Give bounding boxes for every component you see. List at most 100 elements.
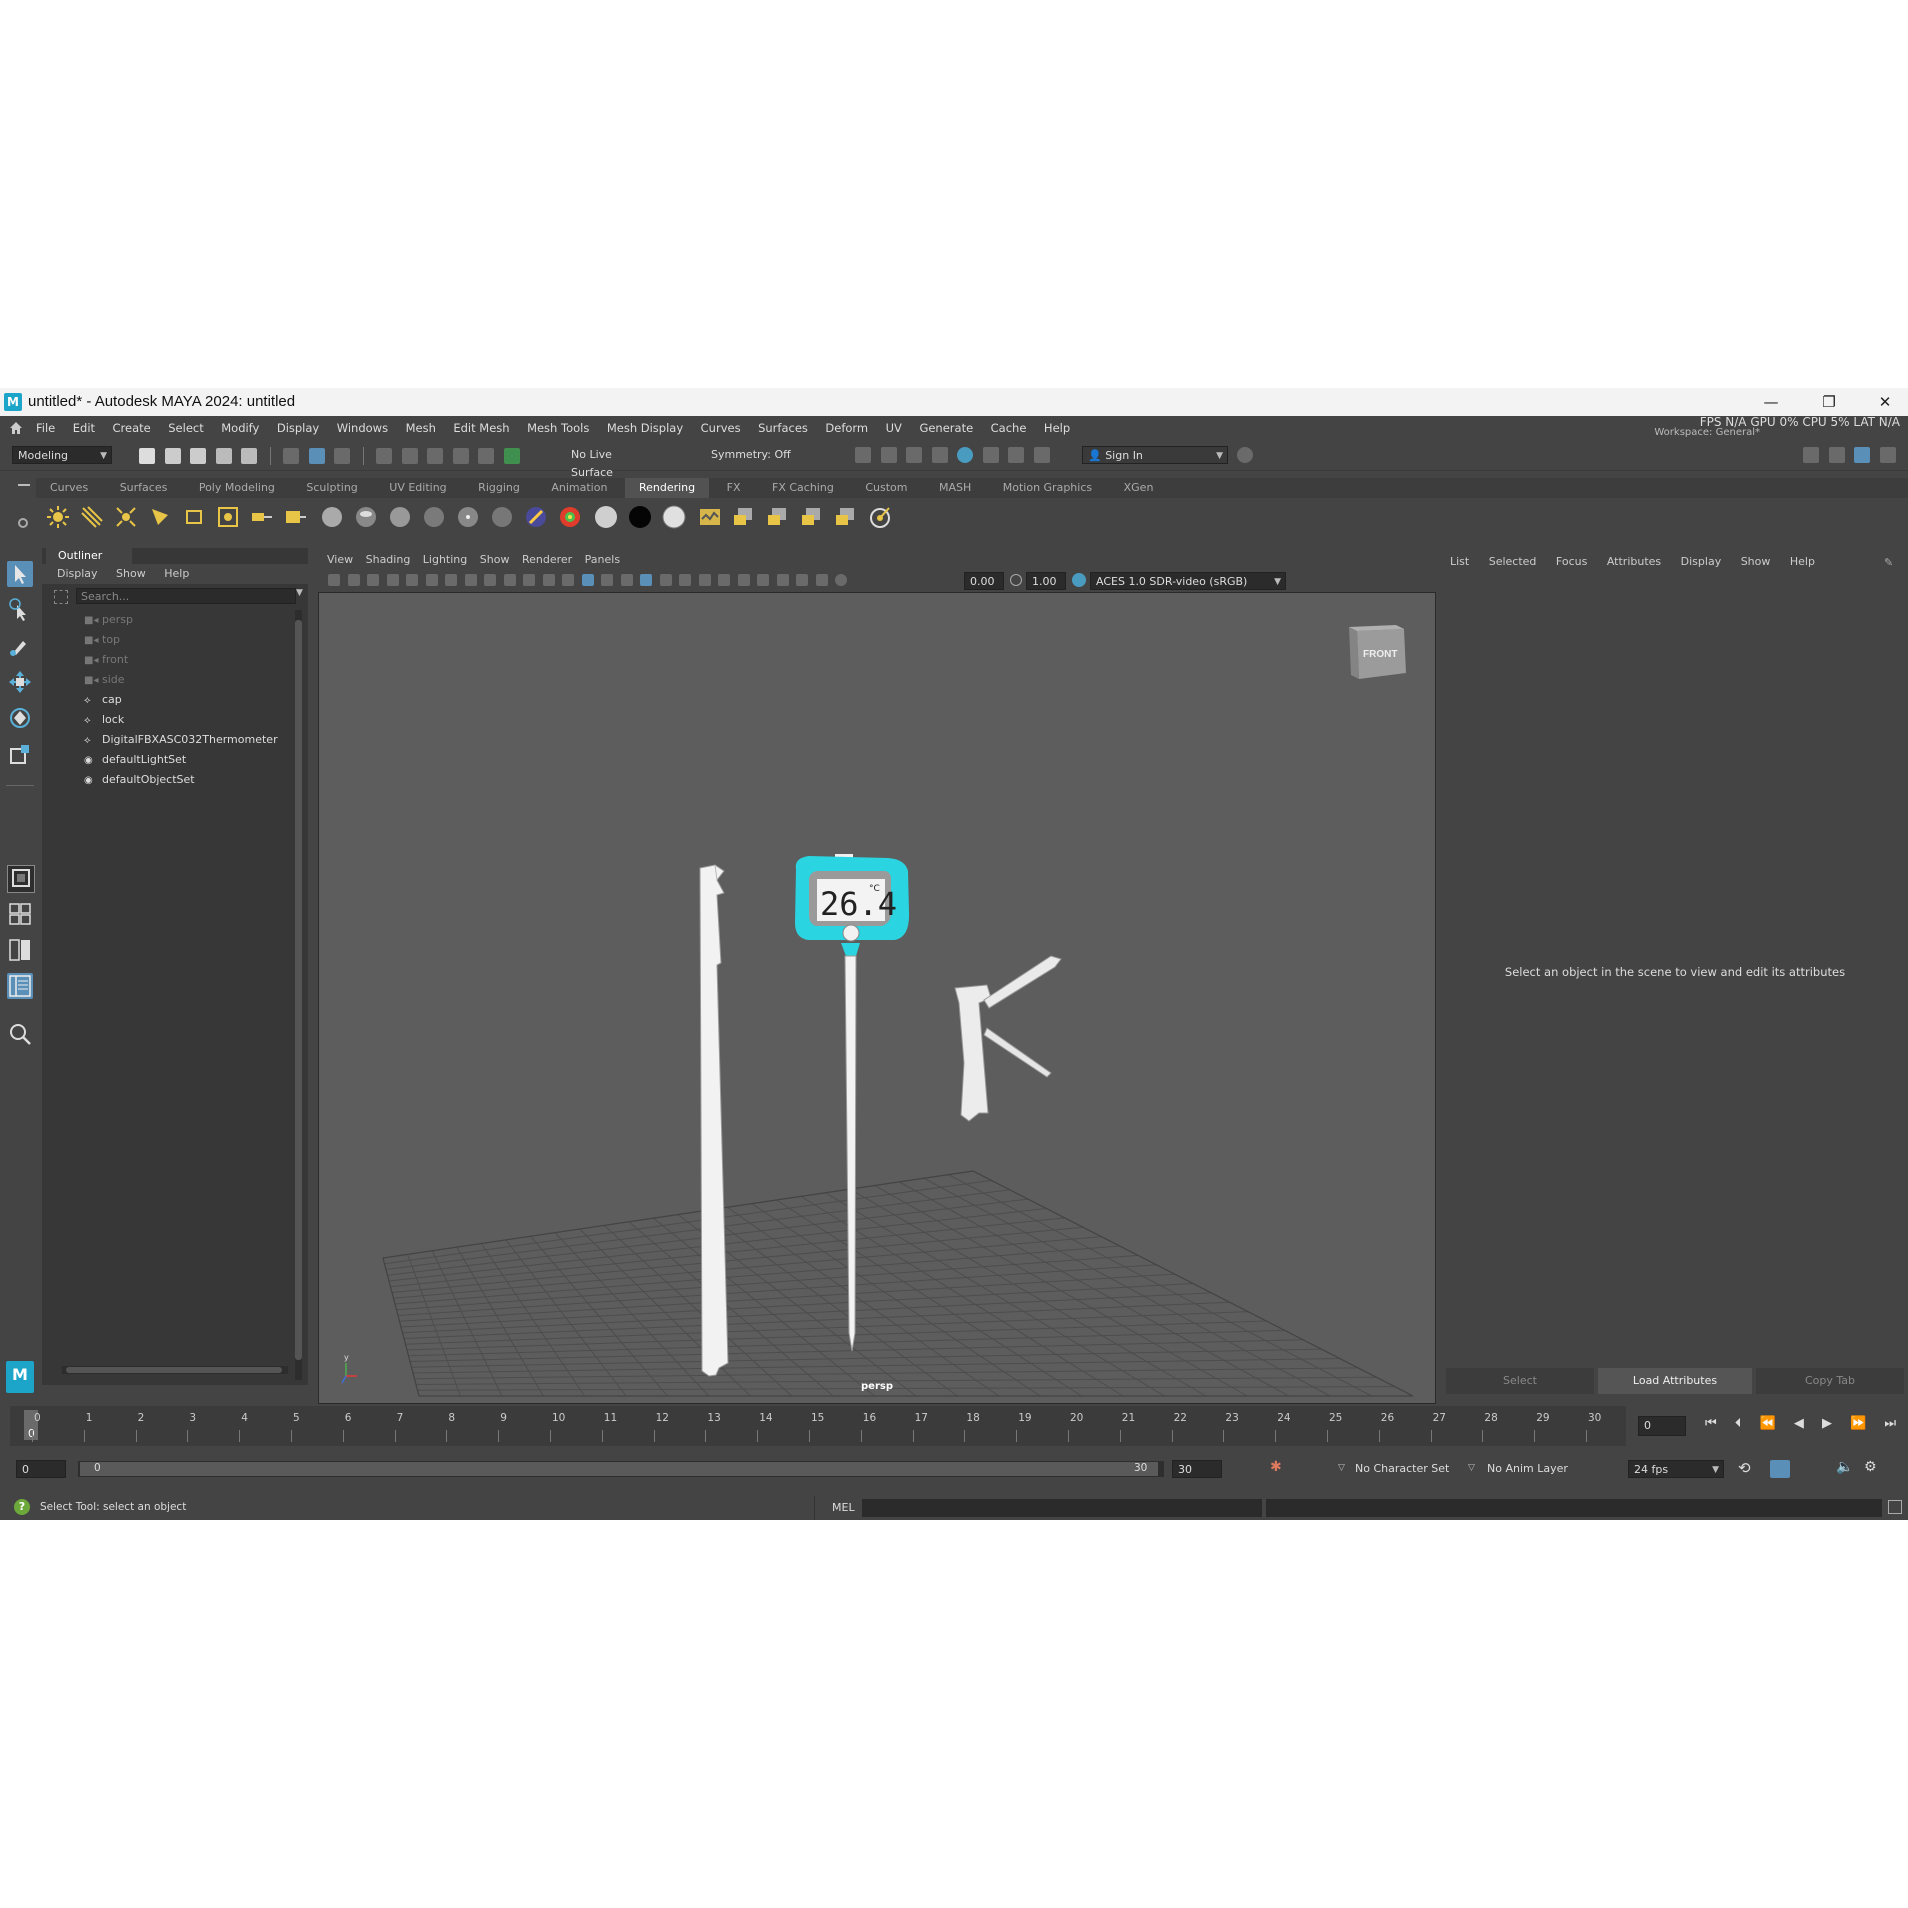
surface-shader-icon[interactable] — [558, 505, 582, 529]
close-button[interactable]: ✕ — [1862, 388, 1908, 416]
sign-in-dropdown[interactable]: 👤 Sign In ▼ — [1082, 446, 1228, 464]
viewport-menu-shading[interactable]: Shading — [366, 553, 411, 566]
tab-surfaces[interactable]: Surfaces — [106, 478, 182, 498]
viewport-menu-lighting[interactable]: Lighting — [423, 553, 467, 566]
rotate-tool-icon[interactable] — [7, 705, 33, 731]
shadows-icon[interactable] — [659, 574, 672, 586]
chevron-down-icon[interactable]: ▼ — [296, 588, 303, 598]
render-setup-icon[interactable] — [982, 447, 999, 463]
home-icon[interactable] — [8, 420, 24, 436]
blinn-material-icon[interactable] — [354, 505, 378, 529]
select-button[interactable]: Select — [1446, 1368, 1594, 1394]
point-light-icon[interactable] — [114, 505, 138, 529]
step-forward-key-icon[interactable]: ⏩ — [1850, 1416, 1866, 1431]
new-scene-icon[interactable] — [139, 448, 155, 464]
anim-layer-dropdown[interactable]: No Anim Layer — [1482, 1460, 1582, 1478]
outliner-vertical-scrollbar[interactable] — [295, 610, 302, 1380]
film-gate-icon[interactable] — [445, 574, 457, 586]
chevron-down-icon[interactable]: ▽ — [1468, 1463, 1475, 1473]
loop-icon[interactable]: ⟲ — [1738, 1459, 1751, 1477]
move-tool-icon[interactable] — [7, 669, 33, 695]
tab-custom[interactable]: Custom — [851, 478, 921, 498]
hypershade-icon[interactable] — [957, 447, 973, 463]
ipr-render-icon[interactable] — [906, 447, 922, 463]
menu-surfaces[interactable]: Surfaces — [758, 416, 808, 440]
directional-light-icon[interactable] — [80, 505, 104, 529]
outliner-filter-icon[interactable] — [54, 590, 68, 604]
maya-home-logo-icon[interactable]: M — [6, 1361, 34, 1393]
menu-edit[interactable]: Edit — [73, 416, 95, 440]
select-tool-icon[interactable] — [7, 561, 33, 587]
ipr-render-shelf-icon[interactable] — [800, 505, 824, 529]
ramp-shader-icon[interactable] — [524, 505, 548, 529]
outliner-menu-display[interactable]: Display — [57, 567, 98, 580]
chevron-down-icon[interactable]: ▽ — [1338, 1463, 1345, 1473]
gamma-field[interactable]: 1.00 — [1026, 572, 1066, 590]
outliner-item-front[interactable]: ■◂ front — [84, 650, 128, 670]
outliner-item-top[interactable]: ■◂ top — [84, 630, 120, 650]
tab-rigging[interactable]: Rigging — [464, 478, 534, 498]
tab-sculpting[interactable]: Sculpting — [292, 478, 371, 498]
undo-icon[interactable] — [215, 448, 232, 464]
end-frame-field[interactable]: 30 — [1172, 1460, 1222, 1478]
menu-help[interactable]: Help — [1044, 416, 1070, 440]
maximize-button[interactable]: ❐ — [1806, 388, 1852, 416]
four-pane-layout-icon[interactable] — [7, 901, 33, 927]
tool-settings-toggle-icon[interactable] — [1879, 447, 1896, 463]
color-space-dropdown[interactable]: ACES 1.0 SDR-video (sRGB) ▼ — [1090, 572, 1286, 590]
xray-icon[interactable] — [776, 574, 789, 586]
render-sequence-icon[interactable] — [698, 505, 722, 529]
start-frame-field[interactable]: 0 — [16, 1460, 66, 1478]
outliner-item-cap[interactable]: ⟡ cap — [84, 690, 122, 710]
color-management-icon[interactable] — [1072, 573, 1086, 587]
script-language-toggle[interactable]: MEL — [832, 1501, 855, 1514]
menu-edit-mesh[interactable]: Edit Mesh — [453, 416, 509, 440]
step-back-key-icon[interactable]: ⏪ — [1759, 1416, 1775, 1431]
current-frame-field[interactable]: 0 — [1638, 1416, 1686, 1436]
snap-live-icon[interactable] — [503, 448, 520, 464]
attr-menu-help[interactable]: Help — [1790, 555, 1815, 568]
snap-view-icon[interactable] — [452, 448, 469, 464]
fps-dropdown[interactable]: 24 fps ▼ — [1628, 1460, 1724, 1478]
attribute-editor-toggle-icon[interactable] — [1828, 447, 1845, 463]
light-link-icon[interactable] — [284, 505, 308, 529]
tab-animation[interactable]: Animation — [537, 478, 621, 498]
render-view-icon[interactable] — [855, 447, 871, 463]
cache-playback-icon[interactable] — [1770, 1460, 1790, 1478]
snap-surface-icon[interactable] — [478, 448, 494, 464]
use-all-lights-icon[interactable] — [640, 574, 652, 586]
go-to-start-icon[interactable]: ⏮ — [1705, 1416, 1717, 1431]
pin-icon[interactable]: ✎ — [1884, 556, 1893, 569]
exposure-field[interactable]: 0.00 — [964, 572, 1004, 590]
bookmarks-icon[interactable] — [367, 574, 379, 586]
select-component-icon[interactable] — [334, 448, 350, 464]
anti-aliasing-icon[interactable] — [718, 574, 730, 586]
attr-menu-focus[interactable]: Focus — [1556, 555, 1587, 568]
workspace-label[interactable]: Workspace: General* — [1654, 427, 1760, 438]
spot-light-icon[interactable] — [148, 505, 172, 529]
menu-display[interactable]: Display — [277, 416, 319, 440]
anisotropic-material-icon[interactable] — [456, 505, 480, 529]
hypershade-shelf-icon[interactable] — [868, 505, 892, 529]
select-object-icon[interactable] — [308, 448, 325, 464]
viewport-menu-show[interactable]: Show — [480, 553, 510, 566]
menu-create[interactable]: Create — [113, 416, 151, 440]
search-icon[interactable] — [7, 1021, 33, 1047]
safe-title-icon[interactable] — [542, 574, 555, 586]
help-line-icon[interactable] — [1234, 447, 1256, 463]
channel-box-toggle-icon[interactable] — [1854, 447, 1870, 463]
snap-point-icon[interactable] — [427, 448, 443, 464]
outliner-menu-help[interactable]: Help — [164, 567, 189, 580]
wireframe-icon[interactable] — [562, 574, 574, 586]
open-scene-icon[interactable] — [164, 448, 181, 464]
pause-viewport-icon[interactable] — [1033, 447, 1050, 463]
camera-aim-icon[interactable] — [250, 505, 274, 529]
menu-deform[interactable]: Deform — [825, 416, 868, 440]
phong-e-material-icon[interactable] — [422, 505, 446, 529]
menu-mesh-display[interactable]: Mesh Display — [607, 416, 683, 440]
outliner-item-default-object-set[interactable]: ◉ defaultObjectSet — [84, 770, 195, 790]
batch-render-icon[interactable] — [766, 505, 790, 529]
select-camera-icon[interactable] — [328, 574, 340, 586]
textured-icon[interactable] — [620, 574, 633, 586]
layered-shader-icon[interactable] — [490, 505, 514, 529]
